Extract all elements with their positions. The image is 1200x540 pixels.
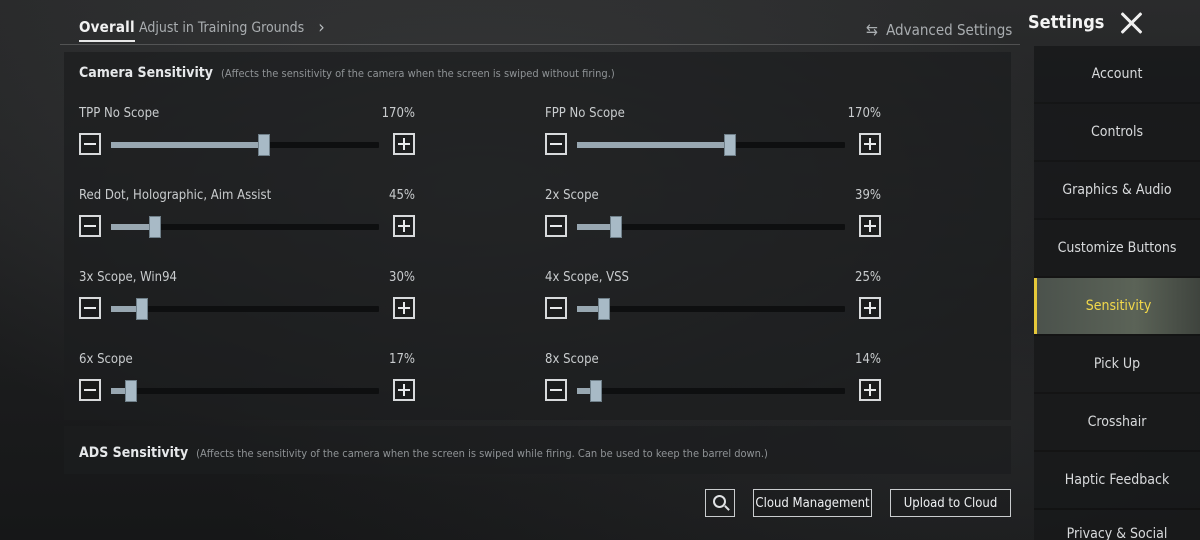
slider-row: 6x Scope 17% <box>79 352 415 406</box>
slider-label: 3x Scope, Win94 <box>79 270 177 285</box>
increase-button[interactable] <box>393 133 415 155</box>
slider-track[interactable] <box>577 134 845 156</box>
slider-label: 6x Scope <box>79 352 133 367</box>
slider-track[interactable] <box>111 380 379 402</box>
slider-track[interactable] <box>111 298 379 320</box>
ads-sensitivity-title: ADS Sensitivity <box>79 445 189 461</box>
cloud-management-button[interactable]: Cloud Management <box>753 489 872 517</box>
sidebar-item-account[interactable]: Account <box>1034 46 1200 102</box>
slider-track[interactable] <box>577 298 845 320</box>
search-button[interactable] <box>705 489 735 517</box>
sidebar-item-sensitivity[interactable]: Sensitivity <box>1034 278 1200 334</box>
ads-sensitivity-header: ADS Sensitivity (Affects the sensitivity … <box>79 445 768 461</box>
slider-fill <box>111 142 264 148</box>
slider-label: 8x Scope <box>545 352 599 367</box>
tab-overall[interactable]: Overall <box>79 18 135 42</box>
slider-value: 25% <box>855 270 881 285</box>
settings-sidebar: Account Controls Graphics & Audio Custom… <box>1034 46 1200 540</box>
slider-row: 8x Scope 14% <box>545 352 881 406</box>
settings-title: Settings <box>1028 12 1105 33</box>
slider-track[interactable] <box>111 216 379 238</box>
increase-button[interactable] <box>393 379 415 401</box>
sidebar-item-controls[interactable]: Controls <box>1034 104 1200 160</box>
slider-row: FPP No Scope 170% <box>545 106 881 160</box>
decrease-button[interactable] <box>545 297 567 319</box>
increase-button[interactable] <box>859 215 881 237</box>
slider-track[interactable] <box>577 380 845 402</box>
search-icon-handle <box>724 505 730 511</box>
slider-label: Red Dot, Holographic, Aim Assist <box>79 188 272 203</box>
slider-row: 4x Scope, VSS 25% <box>545 270 881 324</box>
tab-adjust-training-grounds[interactable]: Adjust in Training Grounds › <box>139 17 325 38</box>
slider-row: 2x Scope 39% <box>545 188 881 242</box>
slider-row: Red Dot, Holographic, Aim Assist 45% <box>79 188 415 242</box>
decrease-button[interactable] <box>79 133 101 155</box>
slider-label: TPP No Scope <box>79 106 160 121</box>
upload-to-cloud-button[interactable]: Upload to Cloud <box>890 489 1011 517</box>
increase-button[interactable] <box>859 133 881 155</box>
slider-value: 39% <box>855 188 881 203</box>
decrease-button[interactable] <box>79 215 101 237</box>
slider-track[interactable] <box>111 134 379 156</box>
decrease-button[interactable] <box>79 297 101 319</box>
slider-row: TPP No Scope 170% <box>79 106 415 160</box>
slider-value: 170% <box>847 106 881 121</box>
camera-sensitivity-title: Camera Sensitivity <box>79 65 213 81</box>
slider-thumb[interactable] <box>258 134 270 156</box>
sidebar-item-haptic-feedback[interactable]: Haptic Feedback <box>1034 452 1200 508</box>
sidebar-item-crosshair[interactable]: Crosshair <box>1034 394 1200 450</box>
decrease-button[interactable] <box>79 379 101 401</box>
slider-label: 2x Scope <box>545 188 599 203</box>
increase-button[interactable] <box>393 215 415 237</box>
chevron-right-icon: › <box>318 17 325 38</box>
slider-label: 4x Scope, VSS <box>545 270 629 285</box>
ads-sensitivity-note: (Affects the sensitivity of the camera w… <box>196 447 768 460</box>
slider-thumb[interactable] <box>598 298 610 320</box>
increase-button[interactable] <box>859 297 881 319</box>
slider-label: FPP No Scope <box>545 106 625 121</box>
slider-value: 14% <box>855 352 881 367</box>
decrease-button[interactable] <box>545 133 567 155</box>
slider-value: 45% <box>389 188 415 203</box>
slider-thumb[interactable] <box>125 380 137 402</box>
advanced-settings-label: Advanced Settings <box>886 20 1013 39</box>
advanced-settings-button[interactable]: ⇆ Advanced Settings <box>866 20 1012 39</box>
slider-track[interactable] <box>577 216 845 238</box>
slider-thumb[interactable] <box>136 298 148 320</box>
tab-adjust-label: Adjust in Training Grounds <box>139 20 305 36</box>
slider-fill <box>577 142 730 148</box>
sidebar-item-pick-up[interactable]: Pick Up <box>1034 336 1200 392</box>
swap-arrows-icon: ⇆ <box>866 20 879 39</box>
sidebar-item-privacy-social[interactable]: Privacy & Social <box>1034 510 1200 540</box>
slider-thumb[interactable] <box>724 134 736 156</box>
slider-row: 3x Scope, Win94 30% <box>79 270 415 324</box>
slider-thumb[interactable] <box>610 216 622 238</box>
decrease-button[interactable] <box>545 215 567 237</box>
sidebar-item-graphics-audio[interactable]: Graphics & Audio <box>1034 162 1200 218</box>
top-bar: Overall Adjust in Training Grounds › ⇆ A… <box>0 0 1200 58</box>
close-icon[interactable] <box>1116 8 1146 38</box>
sidebar-item-customize-buttons[interactable]: Customize Buttons <box>1034 220 1200 276</box>
camera-sensitivity-header: Camera Sensitivity (Affects the sensitivi… <box>79 65 615 81</box>
slider-value: 170% <box>381 106 415 121</box>
decrease-button[interactable] <box>545 379 567 401</box>
header-divider <box>60 44 1020 45</box>
slider-value: 17% <box>389 352 415 367</box>
increase-button[interactable] <box>393 297 415 319</box>
camera-sensitivity-note: (Affects the sensitivity of the camera w… <box>221 67 615 80</box>
slider-value: 30% <box>389 270 415 285</box>
slider-thumb[interactable] <box>590 380 602 402</box>
slider-thumb[interactable] <box>149 216 161 238</box>
increase-button[interactable] <box>859 379 881 401</box>
